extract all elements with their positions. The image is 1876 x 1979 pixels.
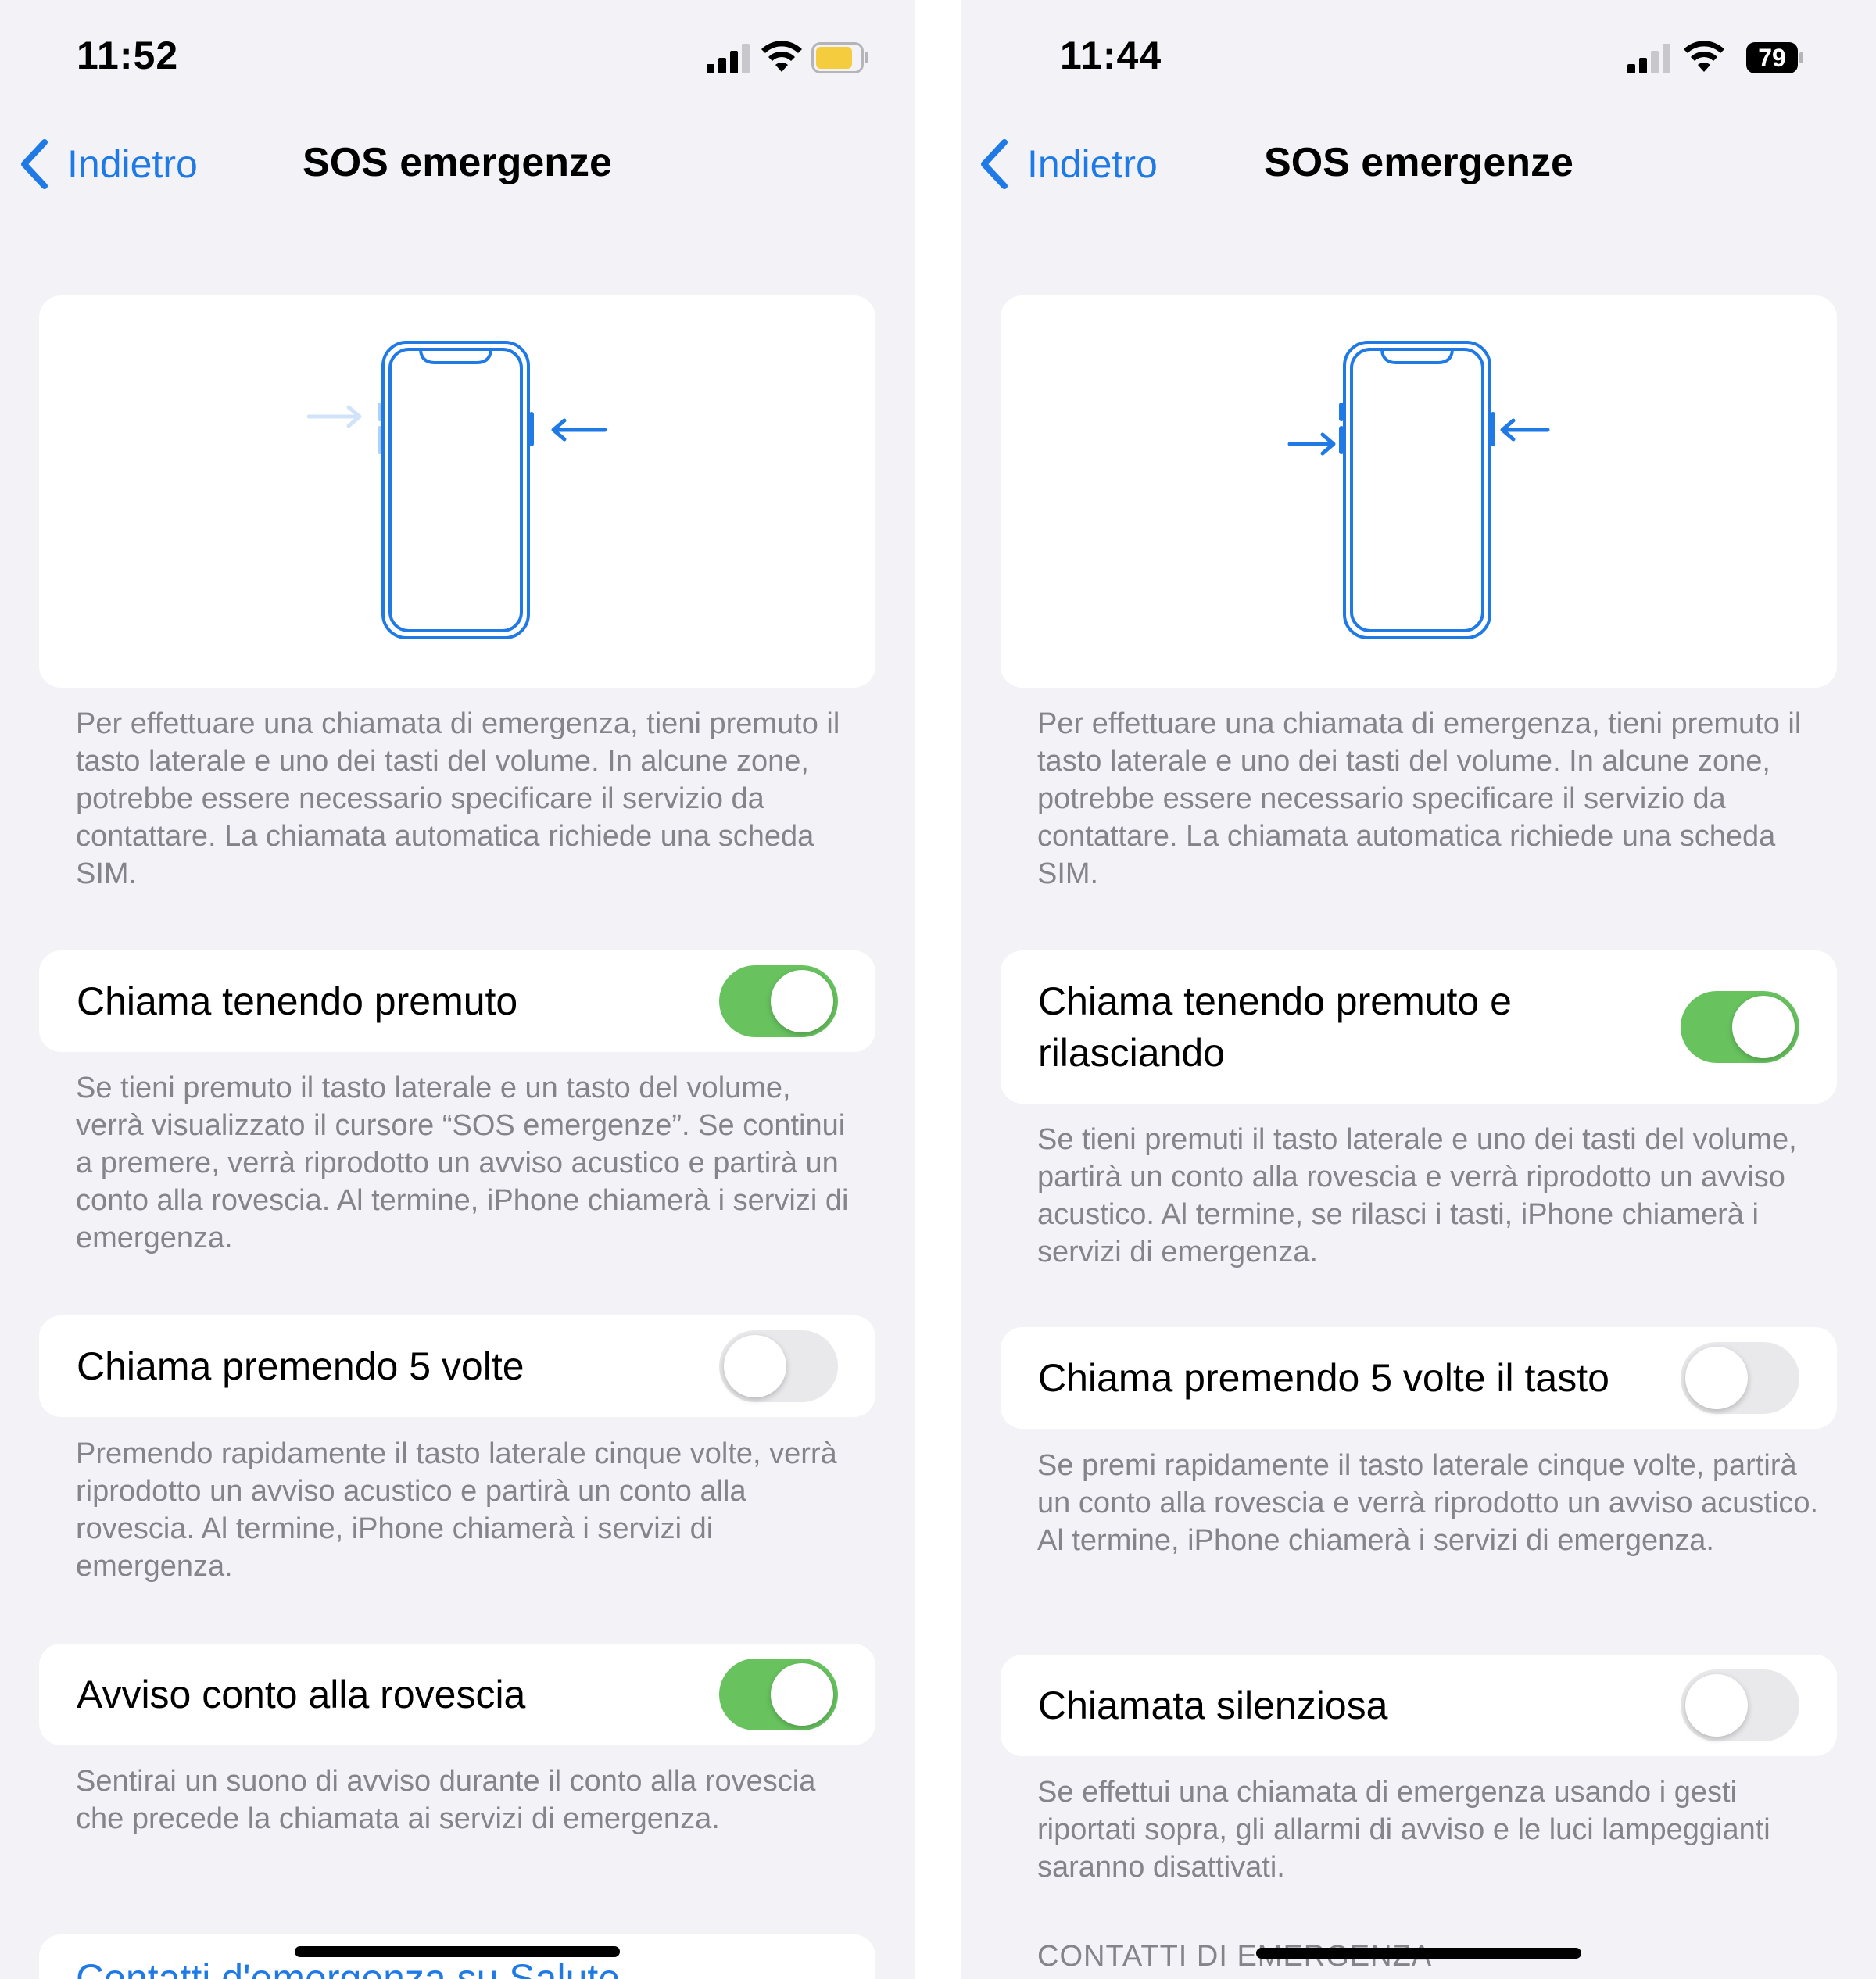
wifi-icon bbox=[761, 41, 802, 72]
illustration-description: Per effettuare una chiamata di emergenza… bbox=[1037, 707, 1802, 890]
page-title: SOS emergenze bbox=[1264, 140, 1573, 185]
setting-row-countdown-sound[interactable]: Avviso conto alla rovescia bbox=[39, 1644, 875, 1745]
setting-row-silent-call[interactable]: Chiamata silenziosa bbox=[1001, 1655, 1837, 1756]
status-time: 11:44 bbox=[1060, 34, 1162, 77]
hold-and-release-toggle[interactable] bbox=[1681, 991, 1799, 1063]
iphone-buttons-illustration bbox=[1287, 341, 1550, 639]
setting-label: Chiamata silenziosa bbox=[1038, 1684, 1388, 1727]
cellular-signal-icon bbox=[1627, 44, 1670, 73]
setting-footnote: Sentirai un suono di avviso durante il c… bbox=[76, 1765, 816, 1835]
cellular-signal-icon bbox=[707, 44, 750, 73]
setting-row-hold-to-call[interactable]: Chiama tenendo premuto bbox=[39, 950, 875, 1052]
setting-label: Avviso conto alla rovescia bbox=[77, 1673, 526, 1716]
toggle-knob bbox=[1685, 1674, 1748, 1737]
status-bar: 11:52 bbox=[0, 0, 915, 117]
setting-row-press-5-times[interactable]: Chiama premendo 5 volte bbox=[39, 1315, 875, 1417]
toggle-knob bbox=[771, 970, 833, 1032]
setting-label: Chiama tenendo premuto e rilasciando bbox=[1038, 979, 1512, 1075]
left-screenshot: 11:52 Indietro SOS emergenze Per effettu… bbox=[0, 0, 915, 1979]
setting-footnote: Se tieni premuto il tasto laterale e un … bbox=[76, 1072, 849, 1254]
toggle-knob bbox=[1685, 1347, 1748, 1409]
illustration-card bbox=[39, 295, 875, 688]
toggle-knob bbox=[771, 1663, 833, 1726]
navigation-bar: Indietro SOS emergenze bbox=[0, 117, 915, 211]
setting-label: Chiama tenendo premuto bbox=[77, 979, 518, 1023]
press-5-times-toggle[interactable] bbox=[1681, 1342, 1799, 1414]
setting-label: Chiama premendo 5 volte bbox=[77, 1344, 524, 1388]
battery-low-yellow-icon bbox=[811, 42, 868, 73]
home-indicator bbox=[295, 1946, 620, 1957]
setting-row-hold-and-release[interactable]: Chiama tenendo premuto e rilasciando bbox=[1001, 950, 1837, 1104]
home-indicator bbox=[1256, 1948, 1581, 1959]
status-bar: 11:44 79 bbox=[961, 0, 1876, 117]
setting-footnote: Se tieni premuti il tasto laterale e uno… bbox=[1037, 1123, 1797, 1269]
toggle-knob bbox=[724, 1335, 786, 1397]
setting-footnote: Se premi rapidamente il tasto laterale c… bbox=[1037, 1449, 1819, 1557]
battery-icon: 79 bbox=[1746, 42, 1804, 73]
page-title: SOS emergenze bbox=[303, 140, 612, 185]
setting-label: Chiama premendo 5 volte il tasto bbox=[1038, 1356, 1609, 1400]
countdown-sound-toggle[interactable] bbox=[719, 1659, 838, 1730]
battery-percentage: 79 bbox=[1758, 44, 1786, 72]
navigation-bar: Indietro SOS emergenze bbox=[961, 117, 1876, 211]
status-time: 11:52 bbox=[77, 34, 179, 77]
toggle-knob bbox=[1732, 996, 1795, 1058]
silent-call-toggle[interactable] bbox=[1681, 1669, 1799, 1741]
setting-footnote: Premendo rapidamente il tasto laterale c… bbox=[76, 1437, 837, 1583]
illustration-description: Per effettuare una chiamata di emergenza… bbox=[76, 707, 840, 890]
iphone-buttons-illustration bbox=[306, 341, 607, 639]
press-5-times-toggle[interactable] bbox=[719, 1330, 838, 1402]
illustration-card bbox=[1001, 295, 1837, 688]
hold-to-call-toggle[interactable] bbox=[719, 965, 838, 1037]
wifi-icon bbox=[1684, 41, 1724, 72]
setting-footnote: Se effettui una chiamata di emergenza us… bbox=[1037, 1776, 1770, 1884]
right-screenshot: 11:44 79 Indietro SOS emergenze Per effe… bbox=[961, 0, 1876, 1979]
setting-row-press-5-times[interactable]: Chiama premendo 5 volte il tasto bbox=[1001, 1327, 1837, 1429]
emergency-contacts-link[interactable]: Contatti d'emergenza su Salute bbox=[76, 1956, 620, 1979]
